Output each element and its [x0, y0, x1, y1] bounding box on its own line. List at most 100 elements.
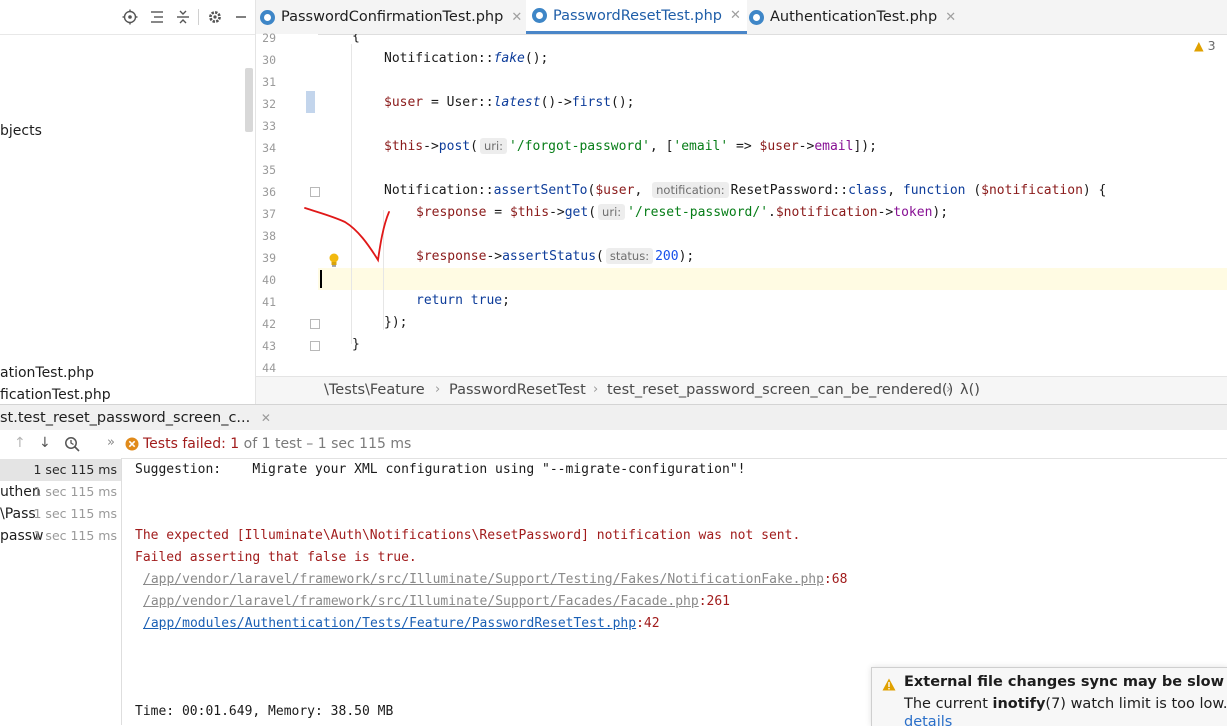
line-number: 40 — [262, 273, 276, 287]
stack-trace-line: /app/vendor/laravel/framework/src/Illumi… — [143, 569, 847, 591]
red-checkmark-annotation — [304, 207, 390, 263]
code-token: ( — [588, 205, 597, 220]
close-icon[interactable]: ✕ — [945, 10, 956, 25]
close-icon[interactable]: ✕ — [511, 10, 522, 25]
close-icon[interactable]: ✕ — [261, 411, 271, 425]
test-tree-row[interactable]: \Pass 1 sec 115 ms — [0, 503, 121, 525]
details-link[interactable]: details — [904, 714, 952, 726]
stack-trace-line: /app/vendor/laravel/framework/src/Illumi… — [143, 591, 730, 613]
project-panel: bjects ationTest.php ficationTest.php — [0, 0, 256, 404]
code-token: (); — [611, 95, 635, 110]
test-tree-row[interactable]: passw 1 sec 115 ms — [0, 525, 121, 547]
gear-icon[interactable] — [207, 9, 223, 25]
expand-all-icon[interactable] — [149, 9, 165, 25]
notification-title: External file changes sync may be slow — [904, 674, 1225, 690]
code-token: }); — [384, 315, 408, 330]
test-tree-row[interactable]: 1 sec 115 ms — [0, 459, 121, 481]
tab-label: PasswordConfirmationTest.php — [281, 9, 504, 25]
notification-text: The current — [904, 696, 993, 712]
test-tree-row[interactable]: uthen 1 sec 115 ms — [0, 481, 121, 503]
code-token: , [ — [649, 139, 674, 154]
test-summary: of 1 test – 1 sec 115 ms — [243, 436, 412, 452]
change-marker[interactable] — [306, 91, 315, 113]
code-area[interactable]: { Notification::fake(); $user = User::la… — [318, 34, 1227, 376]
code-token: $response — [416, 205, 487, 220]
locate-icon[interactable] — [122, 9, 138, 25]
breadcrumb-method[interactable]: test_reset_password_screen_can_be_render… — [607, 382, 953, 398]
code-token: -> — [423, 139, 439, 154]
line-number: 33 — [262, 119, 276, 133]
line-number: 31 — [262, 75, 276, 89]
toolbar-divider — [198, 9, 199, 25]
test-tree: 1 sec 115 ms uthen 1 sec 115 ms \Pass 1 … — [0, 458, 122, 725]
tab-password-reset-test[interactable]: PasswordResetTest.php ✕ — [526, 0, 747, 34]
more-icon[interactable]: » — [107, 435, 115, 450]
line-number: 29 — [262, 31, 276, 45]
line-number: 37 — [262, 207, 276, 221]
code-token: ); — [932, 205, 949, 220]
project-item-verification-test[interactable]: ficationTest.php — [0, 387, 111, 403]
stack-trace-link[interactable]: /app/vendor/laravel/framework/src/Illumi… — [143, 572, 824, 587]
project-item-objects[interactable]: bjects — [0, 123, 42, 139]
notification-balloon[interactable]: External file changes sync may be slow T… — [871, 667, 1227, 726]
tab-authentication-test[interactable]: AuthenticationTest.php ✕ — [749, 0, 956, 34]
stack-trace-link[interactable]: /app/vendor/laravel/framework/src/Illumi… — [143, 594, 699, 609]
run-tab[interactable]: st.test_reset_password_screen_c... ✕ — [0, 405, 279, 431]
project-item-notification-test[interactable]: ationTest.php — [0, 365, 94, 381]
stack-trace-line-number: :261 — [698, 594, 731, 609]
code-token: $notification — [775, 205, 878, 220]
code-token: -> — [549, 205, 565, 220]
code-line-39: $response->assertStatus(status: 200); — [416, 246, 694, 268]
test-status: Tests failed: 1 of 1 test – 1 sec 115 ms — [143, 436, 411, 452]
code-token: true — [470, 293, 503, 308]
code-token: $this — [509, 205, 550, 220]
code-line-37: $response = $this->get(uri: '/reset-passw… — [416, 202, 948, 224]
arrow-up-icon[interactable]: ↑ — [14, 435, 26, 451]
parameter-hint: uri: — [598, 204, 626, 220]
tab-label: PasswordResetTest.php — [553, 7, 722, 24]
code-token: $user — [759, 139, 799, 154]
code-token: (); — [524, 51, 549, 66]
run-toolbar: ↑ ↓ » Tests failed: 1 of 1 test – 1 sec … — [0, 430, 1227, 459]
arrow-down-icon[interactable]: ↓ — [39, 435, 51, 451]
indent-guide — [351, 44, 352, 344]
code-token: $response — [416, 249, 487, 264]
code-token: . — [768, 205, 776, 220]
minimize-icon[interactable] — [233, 9, 249, 25]
test-duration: 1 sec 115 ms — [33, 462, 118, 477]
tests-failed-label: Tests failed: — [143, 436, 226, 452]
breadcrumb-closure[interactable]: λ() — [960, 382, 980, 398]
breadcrumb-namespace[interactable]: \Tests\Feature — [324, 382, 425, 398]
stack-trace-link[interactable]: /app/modules/Authentication/Tests/Featur… — [143, 616, 636, 631]
stack-trace-line-number: :42 — [636, 616, 660, 631]
stack-trace-line-number: :68 — [823, 572, 848, 587]
code-token: ()-> — [540, 95, 572, 110]
code-token: } — [352, 337, 360, 352]
inspection-widget[interactable]: ▲ 3 — [1194, 38, 1216, 53]
tab-label: AuthenticationTest.php — [770, 9, 938, 25]
close-icon[interactable]: ✕ — [730, 8, 741, 23]
code-token: $user — [595, 183, 635, 198]
code-token: ); — [678, 249, 695, 264]
tab-password-confirmation-test[interactable]: PasswordConfirmationTest.php ✕ — [260, 0, 522, 34]
run-tab-bar: st.test_reset_password_screen_c... ✕ — [0, 404, 1227, 432]
collapse-all-icon[interactable] — [175, 9, 191, 25]
php-class-icon — [260, 9, 275, 25]
failed-count: 1 — [230, 436, 240, 452]
code-token: get — [564, 205, 589, 220]
code-token: token — [893, 205, 933, 220]
breadcrumb-class[interactable]: PasswordResetTest — [449, 382, 586, 398]
code-token: = User:: — [423, 95, 494, 110]
code-token: class — [848, 183, 888, 198]
project-toolbar — [0, 0, 255, 35]
project-scrollbar[interactable] — [245, 68, 253, 132]
line-number: 41 — [262, 295, 276, 309]
test-name: \Pass — [0, 506, 36, 522]
code-line-30: Notification::fake(); — [384, 48, 548, 70]
code-token: post — [438, 139, 471, 154]
history-icon[interactable] — [64, 436, 80, 456]
console-suggestion: Suggestion: Migrate your XML configurati… — [135, 462, 746, 477]
console-error-message: The expected [Illuminate\Auth\Notificati… — [135, 528, 801, 543]
code-token: return — [416, 293, 463, 308]
